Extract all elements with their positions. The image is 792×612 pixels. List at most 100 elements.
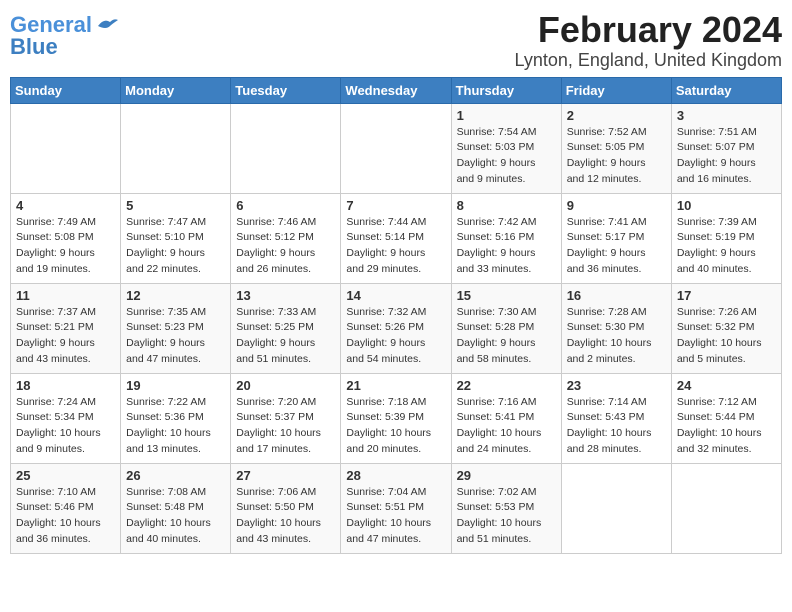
calendar-cell: 2 Sunrise: 7:52 AM Sunset: 5:05 PM Daylig… bbox=[561, 103, 671, 193]
calendar-cell bbox=[121, 103, 231, 193]
calendar-header-row: SundayMondayTuesdayWednesdayThursdayFrid… bbox=[11, 77, 782, 103]
day-info: Sunrise: 7:37 AM Sunset: 5:21 PM Dayligh… bbox=[16, 305, 115, 368]
day-number: 23 bbox=[567, 378, 666, 393]
day-number: 16 bbox=[567, 288, 666, 303]
day-info: Sunrise: 7:46 AM Sunset: 5:12 PM Dayligh… bbox=[236, 215, 335, 278]
day-info: Sunrise: 7:18 AM Sunset: 5:39 PM Dayligh… bbox=[346, 395, 445, 458]
day-number: 11 bbox=[16, 288, 115, 303]
day-info: Sunrise: 7:26 AM Sunset: 5:32 PM Dayligh… bbox=[677, 305, 776, 368]
day-info: Sunrise: 7:12 AM Sunset: 5:44 PM Dayligh… bbox=[677, 395, 776, 458]
day-number: 18 bbox=[16, 378, 115, 393]
calendar-cell: 5 Sunrise: 7:47 AM Sunset: 5:10 PM Daylig… bbox=[121, 193, 231, 283]
day-info: Sunrise: 7:47 AM Sunset: 5:10 PM Dayligh… bbox=[126, 215, 225, 278]
month-title: February 2024 bbox=[514, 10, 782, 50]
day-number: 4 bbox=[16, 198, 115, 213]
calendar-cell: 27 Sunrise: 7:06 AM Sunset: 5:50 PM Dayli… bbox=[231, 463, 341, 553]
calendar-cell: 7Sunrise: 7:44 AM Sunset: 5:14 PM Daylig… bbox=[341, 193, 451, 283]
calendar-cell: 23 Sunrise: 7:14 AM Sunset: 5:43 PM Dayli… bbox=[561, 373, 671, 463]
calendar-cell: 28 Sunrise: 7:04 AM Sunset: 5:51 PM Dayli… bbox=[341, 463, 451, 553]
day-info: Sunrise: 7:16 AM Sunset: 5:41 PM Dayligh… bbox=[457, 395, 556, 458]
day-info: Sunrise: 7:52 AM Sunset: 5:05 PM Dayligh… bbox=[567, 125, 666, 188]
logo-text: General Blue bbox=[10, 14, 92, 58]
calendar-cell bbox=[671, 463, 781, 553]
day-info: Sunrise: 7:42 AM Sunset: 5:16 PM Dayligh… bbox=[457, 215, 556, 278]
calendar-cell bbox=[231, 103, 341, 193]
calendar-cell: 25 Sunrise: 7:10 AM Sunset: 5:46 PM Dayli… bbox=[11, 463, 121, 553]
day-number: 20 bbox=[236, 378, 335, 393]
day-info: Sunrise: 7:02 AM Sunset: 5:53 PM Dayligh… bbox=[457, 485, 556, 548]
day-info: Sunrise: 7:54 AM Sunset: 5:03 PM Dayligh… bbox=[457, 125, 556, 188]
day-info: Sunrise: 7:08 AM Sunset: 5:48 PM Dayligh… bbox=[126, 485, 225, 548]
day-info: Sunrise: 7:06 AM Sunset: 5:50 PM Dayligh… bbox=[236, 485, 335, 548]
calendar-cell: 19Sunrise: 7:22 AM Sunset: 5:36 PM Dayli… bbox=[121, 373, 231, 463]
calendar-week-row: 25 Sunrise: 7:10 AM Sunset: 5:46 PM Dayli… bbox=[11, 463, 782, 553]
day-info: Sunrise: 7:32 AM Sunset: 5:26 PM Dayligh… bbox=[346, 305, 445, 368]
header-saturday: Saturday bbox=[671, 77, 781, 103]
calendar-week-row: 18Sunrise: 7:24 AM Sunset: 5:34 PM Dayli… bbox=[11, 373, 782, 463]
day-number: 19 bbox=[126, 378, 225, 393]
day-number: 26 bbox=[126, 468, 225, 483]
calendar-cell: 6 Sunrise: 7:46 AM Sunset: 5:12 PM Daylig… bbox=[231, 193, 341, 283]
logo-bird-icon bbox=[96, 16, 118, 36]
day-number: 5 bbox=[126, 198, 225, 213]
calendar-cell: 16 Sunrise: 7:28 AM Sunset: 5:30 PM Dayli… bbox=[561, 283, 671, 373]
calendar-cell: 26 Sunrise: 7:08 AM Sunset: 5:48 PM Dayli… bbox=[121, 463, 231, 553]
logo: General Blue bbox=[10, 10, 118, 58]
calendar-cell: 4 Sunrise: 7:49 AM Sunset: 5:08 PM Daylig… bbox=[11, 193, 121, 283]
day-number: 6 bbox=[236, 198, 335, 213]
calendar-cell bbox=[341, 103, 451, 193]
calendar-cell: 12 Sunrise: 7:35 AM Sunset: 5:23 PM Dayli… bbox=[121, 283, 231, 373]
day-info: Sunrise: 7:39 AM Sunset: 5:19 PM Dayligh… bbox=[677, 215, 776, 278]
header-thursday: Thursday bbox=[451, 77, 561, 103]
calendar-cell: 13 Sunrise: 7:33 AM Sunset: 5:25 PM Dayli… bbox=[231, 283, 341, 373]
day-info: Sunrise: 7:28 AM Sunset: 5:30 PM Dayligh… bbox=[567, 305, 666, 368]
calendar-cell: 15Sunrise: 7:30 AM Sunset: 5:28 PM Dayli… bbox=[451, 283, 561, 373]
day-number: 7 bbox=[346, 198, 445, 213]
day-number: 14 bbox=[346, 288, 445, 303]
header-friday: Friday bbox=[561, 77, 671, 103]
calendar-cell: 18Sunrise: 7:24 AM Sunset: 5:34 PM Dayli… bbox=[11, 373, 121, 463]
day-number: 10 bbox=[677, 198, 776, 213]
calendar-cell: 24Sunrise: 7:12 AM Sunset: 5:44 PM Dayli… bbox=[671, 373, 781, 463]
day-number: 27 bbox=[236, 468, 335, 483]
day-number: 2 bbox=[567, 108, 666, 123]
header-monday: Monday bbox=[121, 77, 231, 103]
calendar-cell: 22 Sunrise: 7:16 AM Sunset: 5:41 PM Dayli… bbox=[451, 373, 561, 463]
calendar-cell: 1Sunrise: 7:54 AM Sunset: 5:03 PM Daylig… bbox=[451, 103, 561, 193]
day-number: 29 bbox=[457, 468, 556, 483]
day-number: 25 bbox=[16, 468, 115, 483]
day-info: Sunrise: 7:35 AM Sunset: 5:23 PM Dayligh… bbox=[126, 305, 225, 368]
calendar-cell: 9Sunrise: 7:41 AM Sunset: 5:17 PM Daylig… bbox=[561, 193, 671, 283]
day-number: 8 bbox=[457, 198, 556, 213]
logo-line2: Blue bbox=[10, 34, 58, 59]
day-info: Sunrise: 7:04 AM Sunset: 5:51 PM Dayligh… bbox=[346, 485, 445, 548]
day-info: Sunrise: 7:51 AM Sunset: 5:07 PM Dayligh… bbox=[677, 125, 776, 188]
day-number: 13 bbox=[236, 288, 335, 303]
title-block: February 2024 Lynton, England, United Ki… bbox=[514, 10, 782, 71]
calendar-cell bbox=[11, 103, 121, 193]
calendar-cell: 21Sunrise: 7:18 AM Sunset: 5:39 PM Dayli… bbox=[341, 373, 451, 463]
calendar-cell: 10 Sunrise: 7:39 AM Sunset: 5:19 PM Dayli… bbox=[671, 193, 781, 283]
day-number: 28 bbox=[346, 468, 445, 483]
header-tuesday: Tuesday bbox=[231, 77, 341, 103]
header-sunday: Sunday bbox=[11, 77, 121, 103]
day-info: Sunrise: 7:30 AM Sunset: 5:28 PM Dayligh… bbox=[457, 305, 556, 368]
calendar-cell: 17Sunrise: 7:26 AM Sunset: 5:32 PM Dayli… bbox=[671, 283, 781, 373]
calendar-cell: 3 Sunrise: 7:51 AM Sunset: 5:07 PM Daylig… bbox=[671, 103, 781, 193]
calendar-cell bbox=[561, 463, 671, 553]
day-info: Sunrise: 7:10 AM Sunset: 5:46 PM Dayligh… bbox=[16, 485, 115, 548]
location-title: Lynton, England, United Kingdom bbox=[514, 50, 782, 71]
day-info: Sunrise: 7:41 AM Sunset: 5:17 PM Dayligh… bbox=[567, 215, 666, 278]
calendar-cell: 8 Sunrise: 7:42 AM Sunset: 5:16 PM Daylig… bbox=[451, 193, 561, 283]
day-number: 22 bbox=[457, 378, 556, 393]
day-number: 12 bbox=[126, 288, 225, 303]
calendar-cell: 11 Sunrise: 7:37 AM Sunset: 5:21 PM Dayli… bbox=[11, 283, 121, 373]
calendar-week-row: 1Sunrise: 7:54 AM Sunset: 5:03 PM Daylig… bbox=[11, 103, 782, 193]
day-number: 3 bbox=[677, 108, 776, 123]
day-info: Sunrise: 7:14 AM Sunset: 5:43 PM Dayligh… bbox=[567, 395, 666, 458]
day-info: Sunrise: 7:33 AM Sunset: 5:25 PM Dayligh… bbox=[236, 305, 335, 368]
header-wednesday: Wednesday bbox=[341, 77, 451, 103]
day-info: Sunrise: 7:49 AM Sunset: 5:08 PM Dayligh… bbox=[16, 215, 115, 278]
calendar-week-row: 4 Sunrise: 7:49 AM Sunset: 5:08 PM Daylig… bbox=[11, 193, 782, 283]
calendar-cell: 14 Sunrise: 7:32 AM Sunset: 5:26 PM Dayli… bbox=[341, 283, 451, 373]
